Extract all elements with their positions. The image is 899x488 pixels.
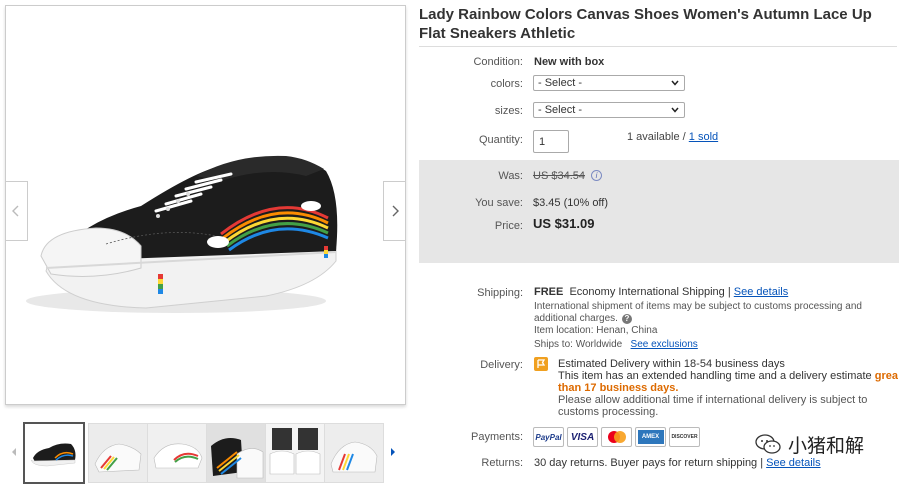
- flag-icon: [534, 357, 548, 371]
- payments-label: Payments:: [471, 431, 523, 443]
- shipping-method: Economy International Shipping |: [569, 286, 731, 298]
- was-label: Was:: [498, 170, 523, 182]
- thumbnail-4[interactable]: [206, 423, 266, 483]
- thumbnail-3[interactable]: [147, 423, 207, 483]
- paypal-logo: PayPal: [533, 427, 564, 447]
- ships-to-label: Ships to:: [534, 339, 573, 350]
- watermark: 小猪和解: [754, 431, 864, 457]
- item-location: Item location: Henan, China: [534, 325, 657, 336]
- returns-info: 30 day returns. Buyer pays for return sh…: [534, 457, 821, 469]
- returns-text: 30 day returns. Buyer pays for return sh…: [534, 457, 764, 469]
- available-text: 1 available /: [627, 131, 686, 143]
- condition-value: New with box: [534, 56, 605, 68]
- handling-text: This item has an extended handling time …: [558, 370, 872, 382]
- sizes-label: sizes:: [494, 105, 523, 117]
- colors-selected: - Select -: [538, 77, 583, 89]
- ships-to: Ships to: Worldwide See exclusions: [534, 339, 698, 350]
- shipping-label: Shipping:: [477, 287, 523, 299]
- you-save-value: $3.45 (10% off): [533, 197, 609, 209]
- amex-logo: AMEX: [635, 427, 666, 447]
- wechat-icon: [755, 434, 781, 454]
- colors-select[interactable]: - Select -: [533, 75, 685, 91]
- shipping-note: International shipment of items may be s…: [534, 301, 896, 325]
- handling-highlight-2: than 17 business days.: [558, 382, 679, 394]
- question-icon[interactable]: ?: [621, 314, 632, 324]
- main-product-image[interactable]: [6, 6, 406, 405]
- thumbnail-5[interactable]: [265, 423, 325, 483]
- sizes-select[interactable]: - Select -: [533, 102, 685, 118]
- discover-logo: DISCOVER: [669, 427, 700, 447]
- sizes-selected: - Select -: [538, 104, 583, 116]
- quantity-availability: 1 available / 1 sold: [627, 131, 718, 143]
- delivery-label: Delivery:: [480, 359, 523, 371]
- ships-to-value: Worldwide: [575, 339, 623, 350]
- chevron-down-icon: [671, 80, 679, 86]
- shipping-note-text: International shipment of items may be s…: [534, 301, 862, 324]
- chevron-right-icon: [392, 205, 399, 217]
- gallery-prev-button[interactable]: [6, 181, 28, 241]
- handling-highlight-1: great: [874, 370, 898, 382]
- chevron-down-icon: [671, 107, 679, 113]
- gallery-next-button[interactable]: [383, 181, 405, 241]
- mastercard-logo: [601, 427, 632, 447]
- was-price: US $34.54 i: [533, 170, 602, 182]
- returns-details-link[interactable]: See details: [766, 457, 820, 469]
- info-icon[interactable]: i: [590, 170, 602, 181]
- delivery-info: Estimated Delivery within 18-54 business…: [558, 358, 898, 418]
- price-value: US $31.09: [533, 216, 595, 231]
- colors-label: colors:: [490, 78, 523, 90]
- quantity-input[interactable]: [533, 130, 569, 153]
- title-divider: [419, 46, 897, 47]
- chevron-left-icon: [12, 205, 19, 217]
- item-location-value: Henan, China: [596, 325, 658, 336]
- shipping-line: FREE Economy International Shipping | Se…: [534, 286, 896, 298]
- main-product-image-frame: [5, 5, 406, 405]
- product-title: Lady Rainbow Colors Canvas Shoes Women's…: [419, 6, 872, 42]
- you-save-label: You save:: [475, 197, 523, 209]
- thumbnail-1[interactable]: [23, 422, 85, 484]
- thumbs-prev-button[interactable]: [7, 442, 21, 462]
- shipping-details-link[interactable]: See details: [734, 286, 788, 298]
- see-exclusions-link[interactable]: See exclusions: [631, 339, 698, 350]
- thumbs-next-button[interactable]: [386, 442, 400, 462]
- triangle-right-icon: [391, 448, 395, 456]
- price-label: Price:: [494, 220, 523, 232]
- thumbnail-strip: [5, 420, 406, 486]
- was-price-value: US $34.54: [533, 170, 585, 182]
- quantity-label: Quantity:: [478, 134, 523, 146]
- item-location-label: Item location:: [534, 325, 594, 336]
- sold-link[interactable]: 1 sold: [689, 131, 718, 143]
- shipping-free: FREE: [534, 286, 564, 298]
- thumbnail-6[interactable]: [324, 423, 384, 483]
- triangle-left-icon: [12, 448, 16, 456]
- returns-label: Returns:: [481, 457, 523, 469]
- allow-time-text: Please allow additional time if internat…: [558, 394, 868, 418]
- visa-logo: VISA: [567, 427, 598, 447]
- watermark-text: 小猪和解: [788, 435, 865, 457]
- delivery-estimate: Estimated Delivery within 18-54 business…: [558, 358, 785, 370]
- thumbnail-2[interactable]: [88, 423, 148, 483]
- condition-label: Condition:: [473, 56, 523, 68]
